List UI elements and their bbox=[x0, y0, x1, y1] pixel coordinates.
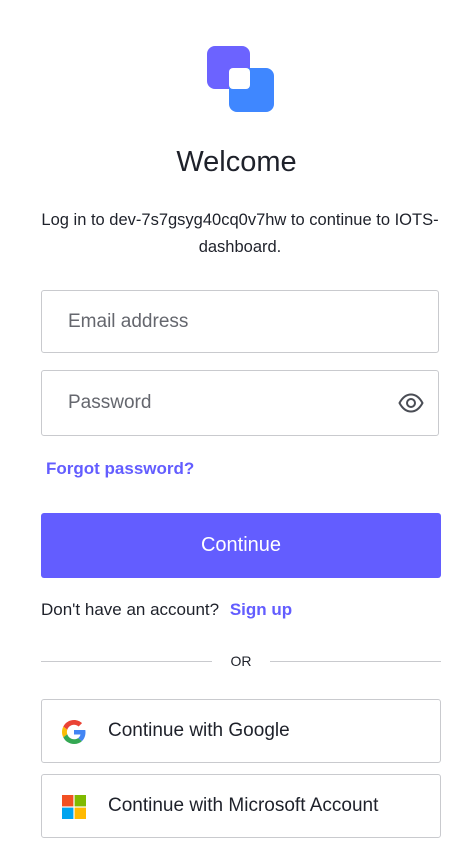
signup-row: Don't have an account? Sign up bbox=[41, 600, 292, 620]
continue-with-google-button[interactable]: Continue with Google bbox=[41, 699, 441, 763]
email-field[interactable] bbox=[42, 291, 438, 352]
eye-icon[interactable] bbox=[398, 392, 424, 414]
microsoft-icon bbox=[62, 795, 86, 819]
forgot-password-link[interactable]: Forgot password? bbox=[46, 459, 194, 479]
google-button-label: Continue with Google bbox=[108, 720, 290, 741]
microsoft-button-label: Continue with Microsoft Account bbox=[108, 795, 379, 816]
signup-link[interactable]: Sign up bbox=[230, 600, 292, 619]
google-icon bbox=[62, 720, 86, 744]
password-field[interactable] bbox=[42, 371, 438, 435]
divider-line-right bbox=[270, 661, 441, 662]
continue-button[interactable]: Continue bbox=[41, 513, 441, 578]
signup-prompt: Don't have an account? bbox=[41, 600, 220, 619]
login-subtitle: Log in to dev-7s7gsyg40cq0v7hw to contin… bbox=[41, 211, 439, 256]
email-field-container bbox=[41, 290, 439, 353]
password-field-container bbox=[41, 370, 439, 436]
continue-with-microsoft-button[interactable]: Continue with Microsoft Account bbox=[41, 774, 441, 838]
logo-icon bbox=[207, 46, 274, 112]
page-title: Welcome bbox=[176, 146, 297, 178]
or-divider: OR bbox=[41, 652, 441, 672]
